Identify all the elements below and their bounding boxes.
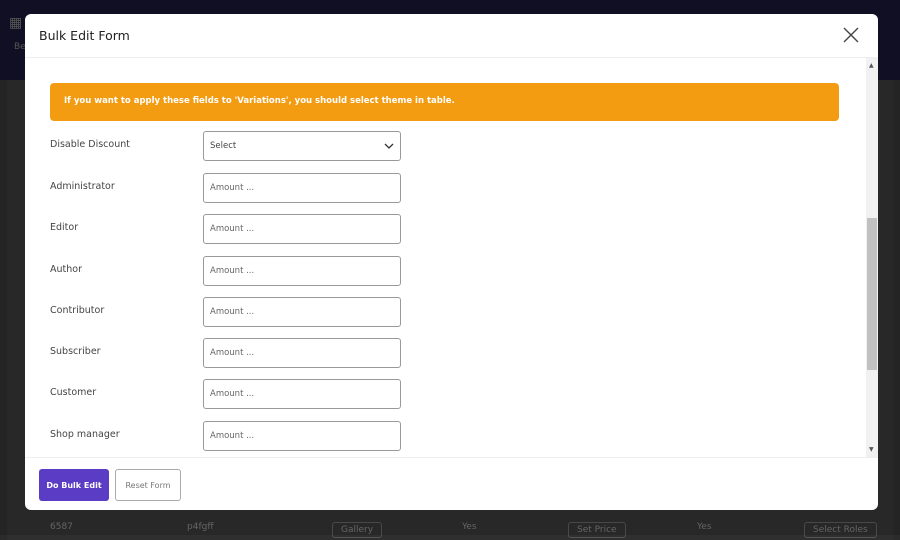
author-label: Author <box>50 264 82 275</box>
subscriber-label: Subscriber <box>50 346 101 357</box>
form-row: Author Amount ... <box>50 256 401 286</box>
variations-alert: If you want to apply these fields to 'Va… <box>50 83 839 121</box>
form-row: Subscriber Amount ... <box>50 338 401 368</box>
form-row: Editor Amount ... <box>50 214 401 244</box>
form-row: Administrator Amount ... <box>50 173 401 203</box>
chevron-down-icon <box>384 143 394 149</box>
subscriber-amount-input[interactable]: Amount ... <box>203 338 401 368</box>
bulk-edit-modal: Bulk Edit Form If you want to apply thes… <box>25 14 878 510</box>
contributor-amount-input[interactable]: Amount ... <box>203 297 401 327</box>
scrollbar-thumb[interactable] <box>867 218 877 370</box>
scroll-down-icon[interactable]: ▼ <box>869 446 874 453</box>
amount-placeholder: Amount ... <box>210 389 255 399</box>
amount-placeholder: Amount ... <box>210 183 255 193</box>
amount-placeholder: Amount ... <box>210 431 255 441</box>
close-icon[interactable] <box>842 26 860 44</box>
customer-label: Customer <box>50 387 97 398</box>
amount-placeholder: Amount ... <box>210 224 255 234</box>
disable-discount-label: Disable Discount <box>50 139 130 150</box>
shop-manager-label: Shop manager <box>50 429 120 440</box>
administrator-amount-input[interactable]: Amount ... <box>203 173 401 203</box>
form-row: Customer Amount ... <box>50 379 401 409</box>
editor-label: Editor <box>50 222 79 233</box>
form-row: Contributor Amount ... <box>50 297 401 327</box>
form-row: Disable Discount Select <box>50 131 401 161</box>
administrator-label: Administrator <box>50 181 115 192</box>
form-row: Shop manager Amount ... <box>50 421 401 451</box>
modal-title: Bulk Edit Form <box>39 28 130 43</box>
amount-placeholder: Amount ... <box>210 266 255 276</box>
modal-header: Bulk Edit Form <box>25 14 878 58</box>
editor-amount-input[interactable]: Amount ... <box>203 214 401 244</box>
select-value: Select <box>210 141 237 151</box>
amount-placeholder: Amount ... <box>210 348 255 358</box>
amount-placeholder: Amount ... <box>210 307 255 317</box>
do-bulk-edit-button[interactable]: Do Bulk Edit <box>39 469 109 501</box>
disable-discount-select[interactable]: Select <box>203 131 401 161</box>
customer-amount-input[interactable]: Amount ... <box>203 379 401 409</box>
modal-footer: Do Bulk Edit Reset Form <box>25 457 878 510</box>
reset-form-button[interactable]: Reset Form <box>115 469 181 501</box>
author-amount-input[interactable]: Amount ... <box>203 256 401 286</box>
scrollbar[interactable]: ▲ ▼ <box>866 58 878 457</box>
shop-manager-amount-input[interactable]: Amount ... <box>203 421 401 451</box>
scroll-up-icon[interactable]: ▲ <box>869 62 874 69</box>
contributor-label: Contributor <box>50 305 105 316</box>
modal-body: If you want to apply these fields to 'Va… <box>25 58 878 457</box>
